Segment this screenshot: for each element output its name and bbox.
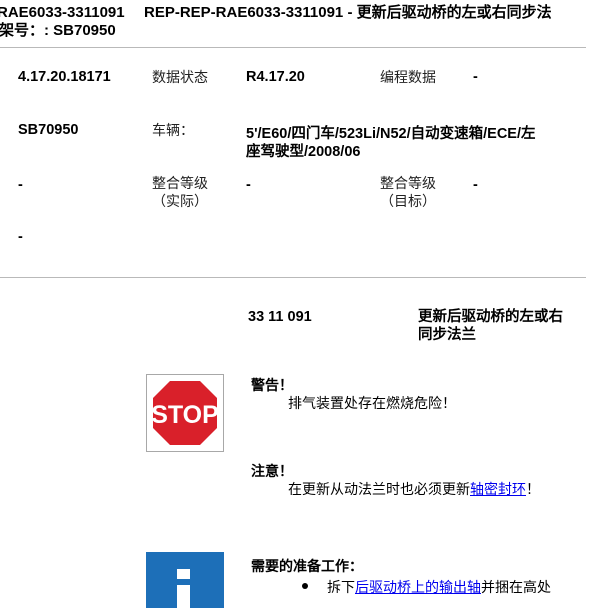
note-text-after: ！ [526,482,540,498]
info-icon [177,569,190,608]
data-status-label: 数据状态 [152,70,208,86]
vehicle-value-line2: 座驾驶型/2008/06 [246,144,361,160]
programming-data-label: 编程数据 [380,70,436,86]
row4-col1: - [18,229,23,245]
doc-id: RAE6033-3311091 [0,4,125,21]
stop-sign-frame: STOP [146,374,224,452]
version-code: 4.17.20.18171 [18,69,111,85]
programming-data-value: - [473,69,478,85]
prep-item-before: 拆下 [327,580,355,596]
target-level-label: 整合等级 [380,176,436,192]
vehicle-label: 车辆： [152,123,194,139]
prep-item-after: 并捆在高处 [481,580,551,596]
data-status-value: R4.17.20 [246,69,305,85]
doc-title: REP-REP-RAE6033-3311091 - 更新后驱动桥的左或右同步法 [144,4,552,21]
actual-level-label: 整合等级 [152,176,208,192]
prep-title: 需要的准备工作： [251,558,363,574]
prep-item: 拆下后驱动桥上的输出轴并捆在高处 [327,577,551,597]
chassis-number: 底架号：: SB70950 [0,22,116,39]
repair-title-line2: 同步法兰 [418,327,476,343]
warning-text: 排气装置处存在燃烧危险！ [288,396,456,412]
info-divider [0,277,586,278]
shaft-seal-link[interactable]: 轴密封环 [470,482,526,498]
warning-title: 警告！ [251,377,293,393]
actual-level-sublabel: （实际） [152,194,208,210]
note-text: 在更新从动法兰时也必须更新轴密封环！ [288,479,540,499]
actual-level-value: - [246,177,251,193]
note-text-before: 在更新从动法兰时也必须更新 [288,482,470,498]
stop-sign-icon: STOP [150,378,220,448]
target-level-sublabel: （目标） [380,194,436,210]
info-icon-box [146,552,224,608]
sb-number: SB70950 [18,122,79,138]
stop-sign-text: STOP [151,401,219,429]
output-shaft-link[interactable]: 后驱动桥上的输出轴 [355,580,481,596]
target-level-value: - [473,177,478,193]
list-bullet [302,583,308,589]
note-title: 注意！ [251,463,293,479]
repair-number: 33 11 091 [248,309,312,325]
row3-col1: - [18,177,23,193]
header-divider [0,47,586,48]
